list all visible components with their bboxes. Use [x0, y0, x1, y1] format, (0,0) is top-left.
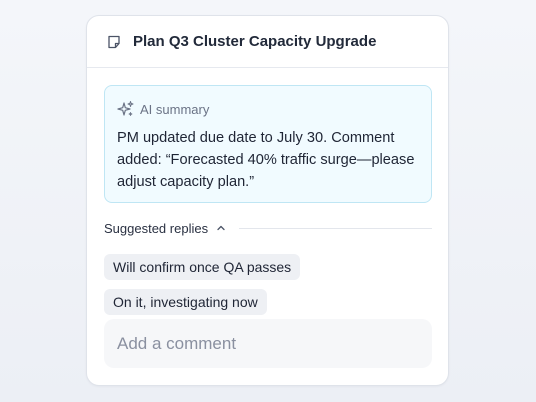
card-title: Plan Q3 Cluster Capacity Upgrade [133, 33, 377, 50]
suggested-reply-chip[interactable]: On it, investigating now [104, 289, 267, 315]
ai-summary-text: PM updated due date to July 30. Comment … [117, 130, 415, 190]
divider [239, 227, 432, 229]
ai-summary-label: AI summary [140, 101, 210, 117]
card-header: Plan Q3 Cluster Capacity Upgrade [87, 16, 448, 68]
task-card: Plan Q3 Cluster Capacity Upgrade AI summ… [86, 15, 449, 386]
ai-summary-panel: AI summary PM updated due date to July 3… [104, 85, 432, 203]
task-icon [107, 35, 121, 49]
sparkle-icon [117, 100, 135, 118]
suggested-replies-label: Suggested replies [104, 220, 209, 236]
chevron-up-icon [215, 222, 227, 234]
comment-input[interactable] [104, 319, 432, 368]
suggested-reply-chip[interactable]: Will confirm once QA passes [104, 254, 301, 280]
ai-summary-header: AI summary [117, 100, 419, 118]
suggested-replies-toggle[interactable]: Suggested replies [104, 219, 432, 237]
